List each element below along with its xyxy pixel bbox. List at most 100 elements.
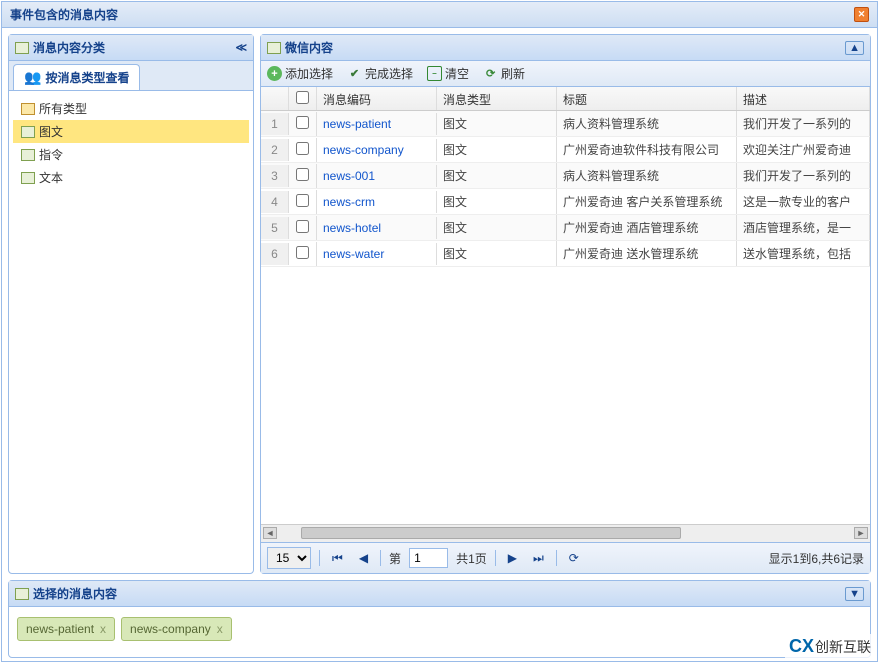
row-checkbox-cell xyxy=(289,164,317,188)
scroll-right-icon[interactable]: ► xyxy=(854,527,868,539)
cell-code: news-company xyxy=(317,139,437,161)
tab-by-type[interactable]: 👥 按消息类型查看 xyxy=(13,64,140,90)
list-icon xyxy=(15,588,29,600)
table-row[interactable]: 3news-001图文病人资料管理系统我们开发了一系列的 xyxy=(261,163,870,189)
tree-item-label: 图文 xyxy=(39,123,63,140)
tree-item[interactable]: 指令 xyxy=(13,143,249,166)
table-row[interactable]: 1news-patient图文病人资料管理系统我们开发了一系列的 xyxy=(261,111,870,137)
document-icon xyxy=(21,126,35,138)
row-checkbox[interactable] xyxy=(296,194,309,207)
watermark-text: 创新互联 xyxy=(815,637,871,657)
tag-remove-icon[interactable]: x xyxy=(217,622,223,636)
selected-tag: news-patientx xyxy=(17,617,115,641)
tree-item[interactable]: 文本 xyxy=(13,166,249,189)
sidebar-title: 消息内容分类 xyxy=(33,39,105,56)
cell-code: news-hotel xyxy=(317,217,437,239)
add-label: 添加选择 xyxy=(285,65,333,82)
dialog-window: 事件包含的消息内容 ✕ 消息内容分类 ≪ 👥 按消息类型查看 所有类型图文指令文… xyxy=(1,1,878,662)
selected-panel: 选择的消息内容 ▼ news-patientxnews-companyx xyxy=(8,580,871,658)
col-code[interactable]: 消息编码 xyxy=(317,87,437,110)
cell-code: news-001 xyxy=(317,165,437,187)
collapse-down-icon[interactable]: ▼ xyxy=(845,587,864,601)
page-size-select[interactable]: 15 xyxy=(267,547,311,569)
row-checkbox-cell xyxy=(289,242,317,266)
table-row[interactable]: 6news-water图文广州爱奇迪 送水管理系统送水管理系统，包括 xyxy=(261,241,870,267)
collapse-up-icon[interactable]: ▲ xyxy=(845,41,864,55)
refresh-icon: ⟳ xyxy=(483,66,498,81)
col-type[interactable]: 消息类型 xyxy=(437,87,557,110)
content-header: 微信内容 ▲ xyxy=(261,35,870,61)
refresh-button[interactable]: ⟳ 刷新 xyxy=(483,65,525,82)
grid-header: 消息编码 消息类型 标题 描述 xyxy=(261,87,870,111)
row-checkbox[interactable] xyxy=(296,246,309,259)
check-icon: ✔ xyxy=(347,66,362,81)
page-input[interactable] xyxy=(409,548,448,568)
last-page-button[interactable]: ⏭ xyxy=(529,551,548,566)
sidebar-panel: 消息内容分类 ≪ 👥 按消息类型查看 所有类型图文指令文本 xyxy=(8,34,254,574)
table-row[interactable]: 5news-hotel图文广州爱奇迪 酒店管理系统酒店管理系统，是一 xyxy=(261,215,870,241)
select-all-checkbox[interactable] xyxy=(296,91,309,104)
selected-tag: news-companyx xyxy=(121,617,232,641)
window-title: 事件包含的消息内容 xyxy=(10,6,118,23)
pager-summary: 显示1到6,共6记录 xyxy=(769,550,864,567)
cell-type: 图文 xyxy=(437,189,557,214)
tag-remove-icon[interactable]: x xyxy=(100,622,106,636)
clear-button[interactable]: – 清空 xyxy=(427,65,469,82)
close-icon[interactable]: ✕ xyxy=(854,7,869,22)
clear-icon: – xyxy=(427,66,442,81)
sidebar-tabstrip: 👥 按消息类型查看 xyxy=(9,61,253,91)
window-title-bar: 事件包含的消息内容 ✕ xyxy=(2,2,877,28)
total-pages: 共1页 xyxy=(456,550,487,567)
tree-item[interactable]: 图文 xyxy=(13,120,249,143)
cell-code: news-patient xyxy=(317,113,437,135)
pager: 15 ⏮ ◀ 第 共1页 ▶ ⏭ ⟳ 显示1到6,共6记录 xyxy=(261,542,870,573)
row-checkbox[interactable] xyxy=(296,220,309,233)
col-title[interactable]: 标题 xyxy=(557,87,737,110)
row-checkbox-cell xyxy=(289,138,317,162)
row-checkbox-cell xyxy=(289,190,317,214)
refresh-label: 刷新 xyxy=(501,65,525,82)
folder-icon xyxy=(21,103,35,115)
next-page-button[interactable]: ▶ xyxy=(504,551,521,565)
prev-page-button[interactable]: ◀ xyxy=(355,551,372,565)
cell-title: 病人资料管理系统 xyxy=(557,163,737,188)
row-number: 5 xyxy=(261,217,289,239)
cell-type: 图文 xyxy=(437,241,557,266)
people-icon: 👥 xyxy=(24,69,41,86)
collapse-left-icon[interactable]: ≪ xyxy=(235,41,247,54)
table-row[interactable]: 4news-crm图文广州爱奇迪 客户关系管理系统这是一款专业的客户 xyxy=(261,189,870,215)
first-page-button[interactable]: ⏮ xyxy=(328,551,347,566)
page-label-prefix: 第 xyxy=(389,550,401,567)
tab-label: 按消息类型查看 xyxy=(45,69,129,86)
row-checkbox[interactable] xyxy=(296,116,309,129)
tree-item[interactable]: 所有类型 xyxy=(13,97,249,120)
finish-button[interactable]: ✔ 完成选择 xyxy=(347,65,413,82)
horizontal-scrollbar[interactable]: ◄ ► xyxy=(261,524,870,542)
cell-type: 图文 xyxy=(437,163,557,188)
add-button[interactable]: + 添加选择 xyxy=(267,65,333,82)
row-number: 6 xyxy=(261,243,289,265)
row-checkbox[interactable] xyxy=(296,142,309,155)
col-desc[interactable]: 描述 xyxy=(737,87,870,110)
scroll-left-icon[interactable]: ◄ xyxy=(263,527,277,539)
cell-title: 病人资料管理系统 xyxy=(557,111,737,136)
cell-title: 广州爱奇迪 客户关系管理系统 xyxy=(557,189,737,214)
document-icon xyxy=(21,172,35,184)
category-tree: 所有类型图文指令文本 xyxy=(9,91,253,573)
row-checkbox[interactable] xyxy=(296,168,309,181)
cell-type: 图文 xyxy=(437,111,557,136)
cell-desc: 我们开发了一系列的 xyxy=(737,111,870,136)
table-row[interactable]: 2news-company图文广州爱奇迪软件科技有限公司欢迎关注广州爱奇迪 xyxy=(261,137,870,163)
finish-label: 完成选择 xyxy=(365,65,413,82)
cell-desc: 酒店管理系统，是一 xyxy=(737,215,870,240)
clear-label: 清空 xyxy=(445,65,469,82)
selected-header: 选择的消息内容 ▼ xyxy=(9,581,870,607)
scroll-thumb[interactable] xyxy=(301,527,681,539)
cell-desc: 欢迎关注广州爱奇迪 xyxy=(737,137,870,162)
tree-item-label: 指令 xyxy=(39,146,63,163)
reload-button[interactable]: ⟳ xyxy=(565,551,583,565)
cell-code: news-crm xyxy=(317,191,437,213)
col-checkbox xyxy=(289,87,317,110)
document-icon xyxy=(21,149,35,161)
data-grid: 消息编码 消息类型 标题 描述 1news-patient图文病人资料管理系统我… xyxy=(261,87,870,524)
